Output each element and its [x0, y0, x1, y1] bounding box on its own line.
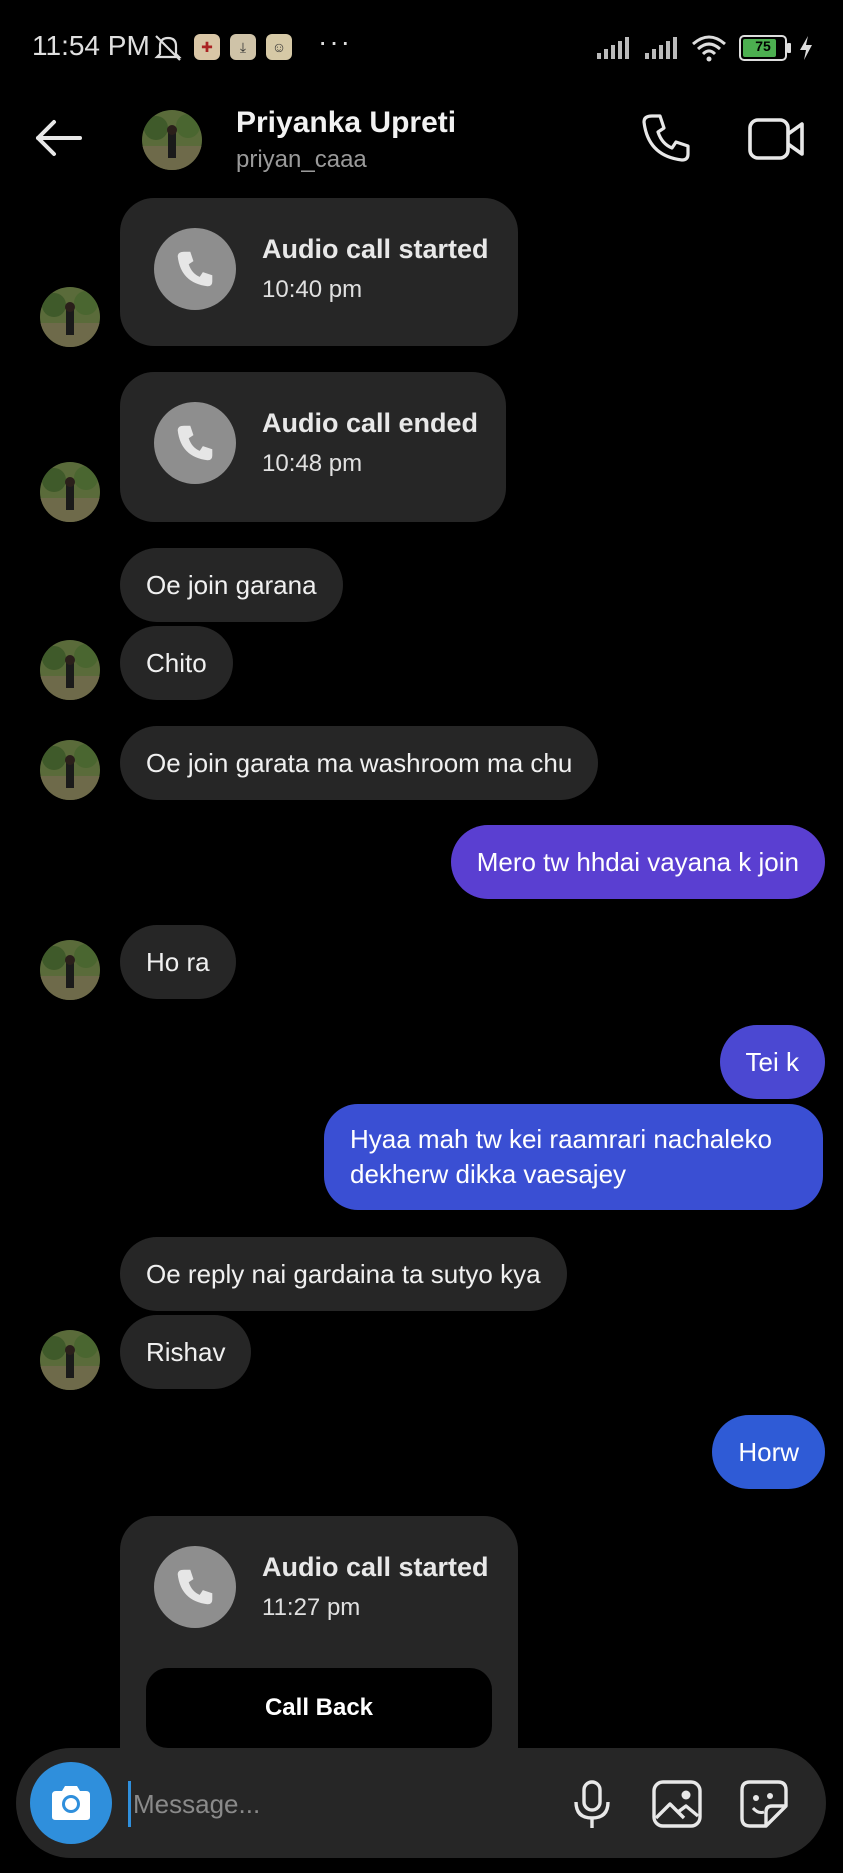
signal-icon	[597, 37, 629, 59]
app-notification-icon: ✚	[194, 34, 220, 60]
wifi-icon	[692, 35, 726, 62]
battery-icon: 75	[739, 35, 791, 61]
call-started-card[interactable]: Audio call started 11:27 pm Call Back	[120, 1516, 518, 1748]
call-time: 10:48 pm	[262, 450, 363, 477]
outgoing-message[interactable]: Hyaa mah tw kei raamrari nachaleko dekhe…	[324, 1104, 823, 1210]
call-time: 11:27 pm	[262, 1594, 361, 1621]
incoming-message[interactable]: Chito	[120, 626, 233, 700]
incoming-message[interactable]: Ho ra	[120, 925, 236, 999]
phone-icon	[154, 228, 236, 310]
more-notifications-icon: ···	[318, 26, 352, 57]
outgoing-message[interactable]: Mero tw hhdai vayana k join	[450, 825, 825, 899]
contact-avatar[interactable]	[40, 640, 100, 700]
phone-icon	[154, 1546, 236, 1628]
gallery-icon[interactable]	[650, 1776, 706, 1832]
header-avatar[interactable]	[142, 110, 202, 170]
call-back-button[interactable]: Call Back	[146, 1668, 492, 1748]
status-time: 11:54 PM	[32, 30, 150, 61]
back-arrow-icon[interactable]	[30, 110, 86, 166]
contact-avatar[interactable]	[40, 740, 100, 800]
snapchat-notification-icon: ☺	[266, 34, 292, 60]
status-system-icons: 75	[595, 34, 813, 62]
contact-avatar[interactable]	[40, 462, 100, 522]
contact-username[interactable]: priyan_caaa	[236, 146, 367, 174]
call-ended-card[interactable]: Audio call ended 10:48 pm	[120, 372, 506, 522]
missed-call-icon	[154, 402, 236, 484]
battery-level: 75	[755, 38, 771, 54]
contact-avatar[interactable]	[40, 940, 100, 1000]
camera-icon	[52, 1786, 90, 1820]
incoming-message[interactable]: Rishav	[120, 1315, 252, 1389]
video-call-icon[interactable]	[746, 112, 806, 166]
message-composer	[16, 1748, 826, 1858]
download-notification-icon: ⤓	[230, 34, 256, 60]
outgoing-message[interactable]: Tei k	[719, 1025, 825, 1099]
phone-call-icon[interactable]	[638, 110, 694, 166]
call-started-card[interactable]: Audio call started 10:40 pm	[120, 198, 518, 346]
charging-icon	[800, 36, 812, 60]
outgoing-message[interactable]: Horw	[712, 1415, 825, 1489]
call-title: Audio call ended	[262, 408, 479, 438]
message-input[interactable]	[128, 1781, 555, 1827]
incoming-message[interactable]: Oe join garana	[120, 548, 343, 622]
status-notification-icons: ✚ ⤓ ☺ ···	[152, 26, 352, 62]
call-title: Audio call started	[262, 1552, 489, 1582]
call-time: 10:40 pm	[262, 276, 363, 303]
incoming-message[interactable]: Oe reply nai gardaina ta sutyo kya	[120, 1237, 567, 1311]
contact-avatar[interactable]	[40, 287, 100, 347]
mute-icon	[154, 35, 182, 61]
signal-icon-2	[645, 37, 677, 59]
contact-avatar[interactable]	[40, 1330, 100, 1390]
microphone-icon[interactable]	[564, 1776, 620, 1832]
incoming-message[interactable]: Oe join garata ma washroom ma chu	[120, 726, 599, 800]
sticker-icon[interactable]	[736, 1776, 792, 1832]
call-title: Audio call started	[262, 234, 489, 264]
camera-button[interactable]	[30, 1762, 112, 1844]
contact-name[interactable]: Priyanka Upreti	[236, 106, 456, 140]
